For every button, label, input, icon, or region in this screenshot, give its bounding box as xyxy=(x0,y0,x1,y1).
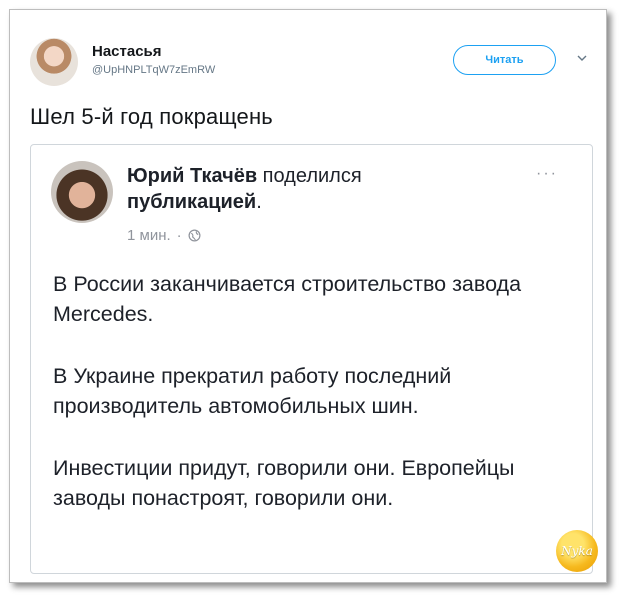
follow-button[interactable]: Читать xyxy=(453,45,556,75)
post-time[interactable]: 1 мин. xyxy=(127,227,171,244)
post-period: . xyxy=(256,191,262,213)
post-header: Юрий Ткачёв поделился публикацией. xyxy=(127,163,427,215)
post-author-avatar[interactable] xyxy=(51,161,113,223)
post-author-name[interactable]: Юрий Ткачёв xyxy=(127,165,257,187)
post-paragraph: В России заканчивается строительство зав… xyxy=(53,272,522,326)
author-handle[interactable]: @UpHNPLTqW7zEmRW xyxy=(92,64,215,76)
embedded-post-card[interactable]: Юрий Ткачёв поделился публикацией. 1 мин… xyxy=(30,144,593,574)
tweet-text: Шел 5-й год покращень xyxy=(30,104,273,129)
post-paragraph: В Украине прекратил работу последний про… xyxy=(53,364,452,418)
post-action: поделился xyxy=(262,165,362,187)
globe-icon xyxy=(188,229,201,242)
chevron-down-icon[interactable] xyxy=(576,52,588,64)
more-options-icon[interactable]: ··· xyxy=(536,165,558,183)
post-paragraph: Инвестиции придут, говорили они. Европей… xyxy=(53,456,515,510)
post-meta: 1 мин. · xyxy=(127,227,201,244)
meta-separator: · xyxy=(176,227,182,244)
post-action-object[interactable]: публикацией xyxy=(127,191,256,213)
author-name[interactable]: Настасья xyxy=(92,43,162,60)
watermark-logo: Nyka xyxy=(556,530,598,572)
post-body: В России заканчивается строительство зав… xyxy=(53,269,573,545)
author-avatar[interactable] xyxy=(30,38,78,86)
